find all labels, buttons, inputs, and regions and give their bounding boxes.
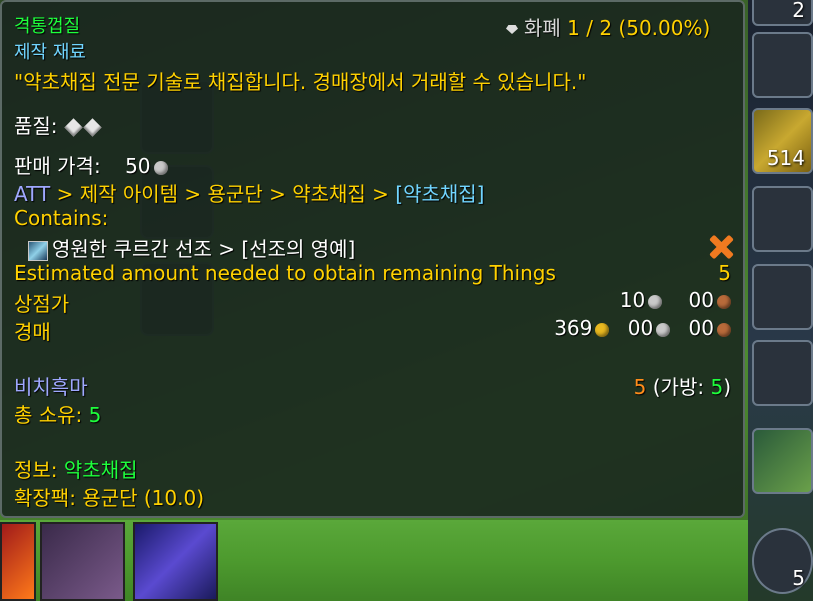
portrait-icon-2[interactable]	[40, 522, 125, 601]
portrait-icon-3[interactable]	[133, 522, 218, 601]
quality-label: 품질:	[14, 114, 58, 138]
auction-price: 369 00 00	[554, 316, 731, 340]
copper-coin-icon	[717, 294, 731, 309]
action-slot-weapon[interactable]	[752, 32, 813, 98]
gold-coin-icon	[595, 322, 610, 337]
expansion-row: 확장팩: 용군단 (10.0)	[14, 482, 204, 511]
estimated-label: Estimated amount needed to obtain remain…	[14, 261, 556, 285]
expansion-label: 확장팩:	[14, 486, 76, 510]
breadcrumb: ATT > 제작 아이템 > 용군단 > 약초채집 > [약초채집]	[14, 178, 485, 207]
portrait-icon-1[interactable]	[0, 522, 36, 601]
total-owned-value: 5	[88, 403, 102, 427]
quality-gem-icon	[83, 118, 102, 137]
action-slot-wing-1[interactable]	[752, 186, 813, 252]
action-slot-bottom[interactable]: 5	[752, 528, 813, 594]
bag-label-close: )	[723, 375, 731, 399]
vendor-silver: 10	[619, 288, 646, 312]
info-value: 약초채집	[63, 458, 138, 482]
sell-price-value: 50	[125, 154, 151, 178]
total-owned-label: 총 소유:	[14, 403, 83, 427]
character-name: 비치흑마	[14, 375, 88, 399]
copper-coin-icon	[717, 322, 731, 337]
estimated-value: 5	[718, 261, 731, 285]
quality-gem-icon	[64, 118, 83, 137]
bag-count: 5	[710, 375, 724, 399]
silver-coin-icon	[153, 160, 168, 175]
bag-label: (가방:	[652, 375, 705, 399]
info-label: 정보:	[14, 458, 58, 482]
breadcrumb-path: > 제작 아이템 > 용군단 > 약초채집 >	[56, 182, 389, 206]
currency-value: 1 / 2 (50.00%)	[567, 16, 711, 40]
silver-coin-icon	[648, 294, 663, 309]
contains-item: 영원한 쿠르간 선조 > [선조의 영예]	[28, 233, 355, 262]
silver-coin-icon	[656, 322, 671, 337]
sell-price-row: 판매 가격: 50	[14, 150, 168, 179]
info-row: 정보: 약초채집	[14, 454, 138, 483]
character-count-row: 5 (가방: 5)	[634, 371, 731, 400]
vendor-label: 상점가	[14, 292, 70, 316]
action-slot-top[interactable]: 2	[752, 0, 813, 26]
vendor-copper: 00	[688, 288, 714, 312]
total-owned-row: 총 소유: 5	[14, 399, 101, 428]
item-tooltip: 격통껍질 화폐 1 / 2 (50.00%) 제작 재료 "약초채집 전문 기술…	[0, 0, 745, 518]
sell-price-label: 판매 가격:	[14, 154, 101, 178]
not-collected-icon	[708, 234, 734, 260]
currency-progress: 화폐 1 / 2 (50.00%)	[506, 12, 710, 41]
diamond-icon	[506, 25, 518, 34]
item-name: 격통껍질	[14, 16, 81, 37]
character-count: 5	[633, 375, 647, 399]
breadcrumb-current: [약초채집]	[395, 182, 485, 206]
action-slot-bag[interactable]	[752, 428, 813, 494]
item-description: "약초채집 전문 기술로 채집합니다. 경매장에서 거래할 수 있습니다."	[14, 70, 587, 94]
auction-label: 경매	[14, 320, 51, 344]
auction-gold: 369	[554, 316, 593, 340]
quality-row: 품질:	[14, 110, 102, 139]
currency-label: 화폐	[524, 16, 561, 40]
action-slot-gold-material[interactable]: 514	[752, 108, 813, 174]
contains-label: Contains:	[14, 206, 109, 230]
item-type: 제작 재료	[14, 42, 86, 63]
action-slot-wing-2[interactable]	[752, 264, 813, 330]
mount-icon	[28, 240, 48, 261]
auction-copper: 00	[688, 316, 714, 340]
expansion-value: 용군단 (10.0)	[82, 486, 205, 510]
auction-silver: 00	[627, 316, 654, 340]
vendor-price: 10 00	[620, 288, 731, 312]
breadcrumb-prefix: ATT	[14, 182, 51, 206]
action-slot-wing-3[interactable]	[752, 340, 813, 406]
